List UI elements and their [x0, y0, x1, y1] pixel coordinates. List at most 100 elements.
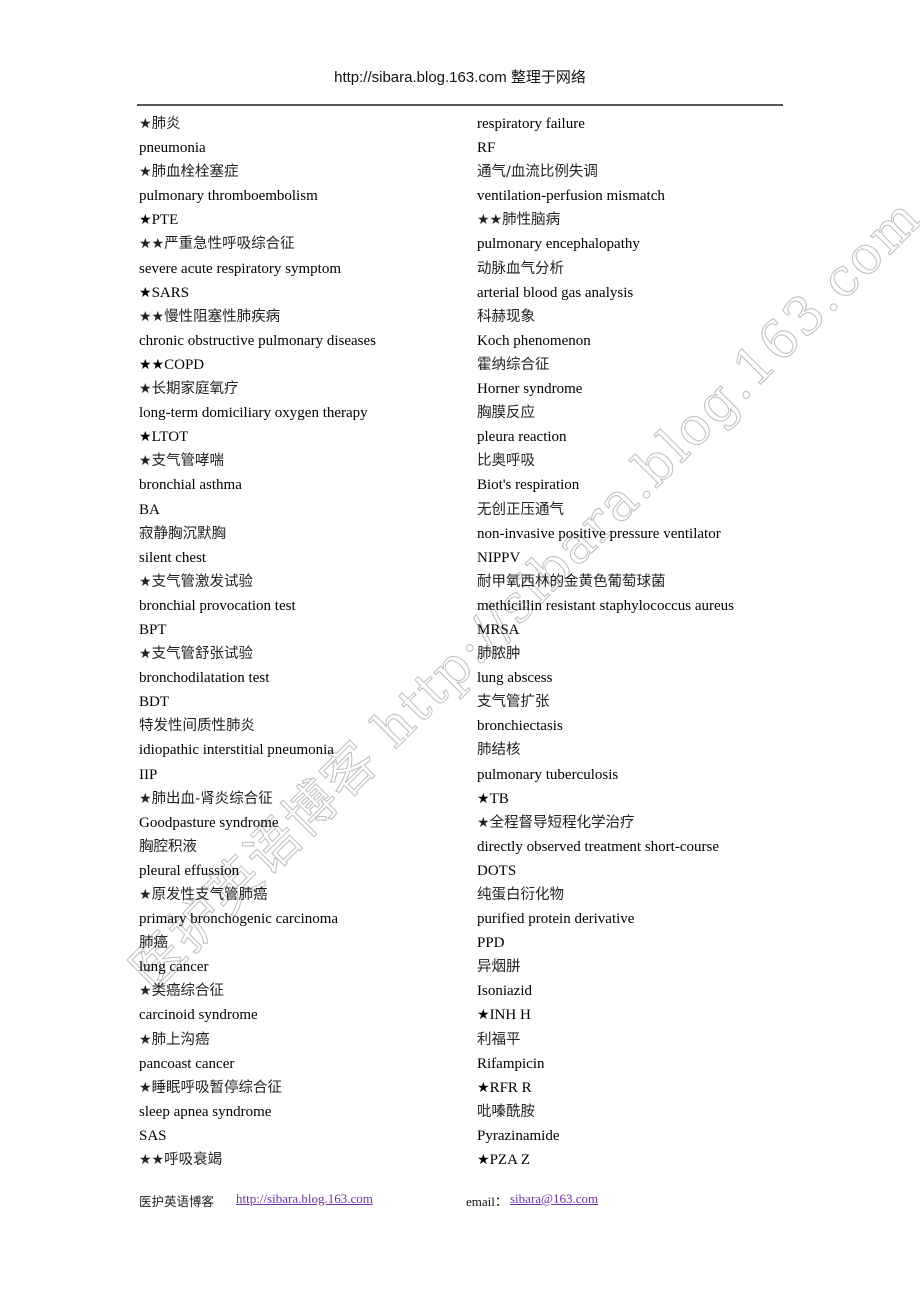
term-english: directly observed treatment short-course: [477, 838, 719, 855]
term-line: idiopathic interstitial pneumonia: [139, 738, 376, 762]
term-english: Isoniazid: [477, 983, 532, 1000]
term-line: ★★严重急性呼吸综合征: [139, 232, 376, 256]
term-chinese: 特发性间质性肺炎: [139, 718, 255, 735]
term-english: primary bronchogenic carcinoma: [139, 911, 339, 928]
term-line: ★★慢性阻塞性肺疾病: [139, 305, 376, 329]
term-chinese: 睡眠呼吸暂停综合征: [151, 1079, 283, 1096]
term-line: ★LTOT: [139, 425, 376, 449]
term-english: long-term domiciliary oxygen therapy: [139, 405, 368, 422]
term-line: lung cancer: [139, 955, 376, 979]
term-english: Goodpasture syndrome: [139, 814, 279, 831]
term-english: bronchiectasis: [477, 718, 563, 735]
term-line: methicillin resistant staphylococcus aur…: [477, 594, 734, 618]
term-chinese: 肺出血-肾炎综合征: [151, 790, 273, 807]
term-line: carcinoid syndrome: [139, 1003, 376, 1027]
term-line: 无创正压通气: [477, 498, 734, 522]
term-chinese: 肺癌: [139, 935, 168, 952]
term-chinese: 肺血栓栓塞症: [151, 164, 239, 181]
term-line: Rifampicin: [477, 1052, 734, 1076]
term-chinese: 纯蛋白衍化物: [477, 887, 564, 903]
term-line: ★支气管舒张试验: [139, 642, 376, 666]
term-line: ★RFR R: [477, 1076, 734, 1100]
left-term-column: ★肺炎 pneumonia ★肺血栓栓塞症 pulmonary thromboembo…: [139, 112, 376, 1172]
term-english: COPD: [164, 356, 205, 373]
term-english: BDT: [139, 694, 169, 711]
term-english: pulmonary thromboembolism: [139, 188, 318, 205]
term-english: methicillin resistant staphylococcus aur…: [477, 597, 735, 614]
term-line: ventilation-perfusion mismatch: [477, 184, 734, 208]
term-english: severe acute respiratory symptom: [139, 260, 342, 277]
term-line: ★PTE: [139, 208, 376, 232]
term-english: chronic obstructive pulmonary diseases: [139, 332, 377, 349]
importance-star-icon: ★: [139, 573, 152, 590]
footer-blog-link[interactable]: http://sibara.blog.163.com: [236, 1191, 373, 1207]
term-line: 寂静胸沉默胸: [139, 522, 376, 546]
importance-star-icon: ★: [139, 429, 152, 446]
header-divider: [137, 104, 783, 106]
term-line: ★肺炎: [139, 112, 376, 136]
term-line: bronchial asthma: [139, 473, 376, 497]
term-chinese: 吡嗪酰胺: [477, 1103, 535, 1120]
term-english: silent chest: [139, 549, 207, 566]
importance-star-icon: ★★: [139, 308, 165, 325]
term-line: pleural effussion: [139, 859, 376, 883]
importance-star-icon: ★: [139, 164, 152, 181]
term-chinese: 支气管激发试验: [151, 573, 254, 590]
term-line: respiratory failure: [477, 112, 734, 136]
term-english: arterial blood gas analysis: [477, 284, 634, 301]
term-english: Horner syndrome: [477, 381, 583, 398]
term-english: DOTS: [477, 862, 517, 879]
term-line: chronic obstructive pulmonary diseases: [139, 329, 376, 353]
term-line: 耐甲氧西林的金黄色葡萄球菌: [477, 570, 734, 594]
term-line: ★★COPD: [139, 353, 376, 377]
term-line: Biot's respiration: [477, 473, 734, 497]
term-line: BPT: [139, 618, 376, 642]
term-chinese: 肺炎: [151, 116, 181, 132]
term-line: MRSA: [477, 618, 734, 642]
term-chinese: 长期家庭氧疗: [151, 381, 239, 398]
term-line: ★全程督导短程化学治疗: [477, 811, 734, 835]
term-chinese: 通气/血流比例失调: [477, 164, 598, 181]
term-line: DOTS: [477, 859, 734, 883]
term-english: pleura reaction: [477, 429, 567, 446]
term-line: Goodpasture syndrome: [139, 811, 376, 835]
term-line: Koch phenomenon: [477, 329, 734, 353]
term-english: LTOT: [151, 429, 189, 446]
term-line: ★原发性支气管肺癌: [139, 883, 376, 907]
term-english: carcinoid syndrome: [139, 1007, 258, 1024]
term-line: ★★呼吸衰竭: [139, 1148, 376, 1172]
term-english: INH H: [489, 1007, 531, 1024]
term-chinese: 肺上沟癌: [151, 1031, 210, 1048]
importance-star-icon: ★★: [139, 236, 165, 253]
term-line: 异烟肼: [477, 955, 734, 979]
term-line: non-invasive positive pressure ventilato…: [477, 522, 734, 546]
term-english: BPT: [139, 621, 167, 638]
term-chinese: 肺脓肿: [477, 646, 521, 663]
term-english: bronchodilatation test: [139, 670, 270, 687]
term-line: 特发性间质性肺炎: [139, 714, 376, 738]
term-line: Pyrazinamide: [477, 1124, 734, 1148]
term-chinese: 霍纳综合征: [477, 356, 550, 373]
term-line: 肺脓肿: [477, 642, 734, 666]
importance-star-icon: ★: [139, 212, 152, 229]
footer-email-link[interactable]: sibara@163.com: [510, 1191, 598, 1207]
importance-star-icon: ★: [477, 1152, 490, 1169]
term-line: ★长期家庭氧疗: [139, 377, 376, 401]
term-chinese: 科赫现象: [477, 308, 535, 325]
term-line: severe acute respiratory symptom: [139, 257, 376, 281]
term-line: ★睡眠呼吸暂停综合征: [139, 1076, 376, 1100]
term-english: sleep apnea syndrome: [139, 1103, 272, 1120]
term-chinese: 慢性阻塞性肺疾病: [164, 308, 281, 325]
importance-star-icon: ★: [139, 646, 152, 663]
term-line: pulmonary thromboembolism: [139, 184, 376, 208]
term-line: BDT: [139, 690, 376, 714]
term-english: IIP: [139, 766, 158, 783]
importance-star-icon: ★: [477, 814, 490, 831]
term-chinese: 全程督导短程化学治疗: [489, 814, 635, 831]
term-line: BA: [139, 498, 376, 522]
term-english: Biot's respiration: [477, 477, 580, 494]
term-line: SAS: [139, 1124, 376, 1148]
term-line: purified protein derivative: [477, 907, 734, 931]
term-english: PTE: [151, 212, 179, 229]
term-english: PPD: [477, 935, 505, 952]
